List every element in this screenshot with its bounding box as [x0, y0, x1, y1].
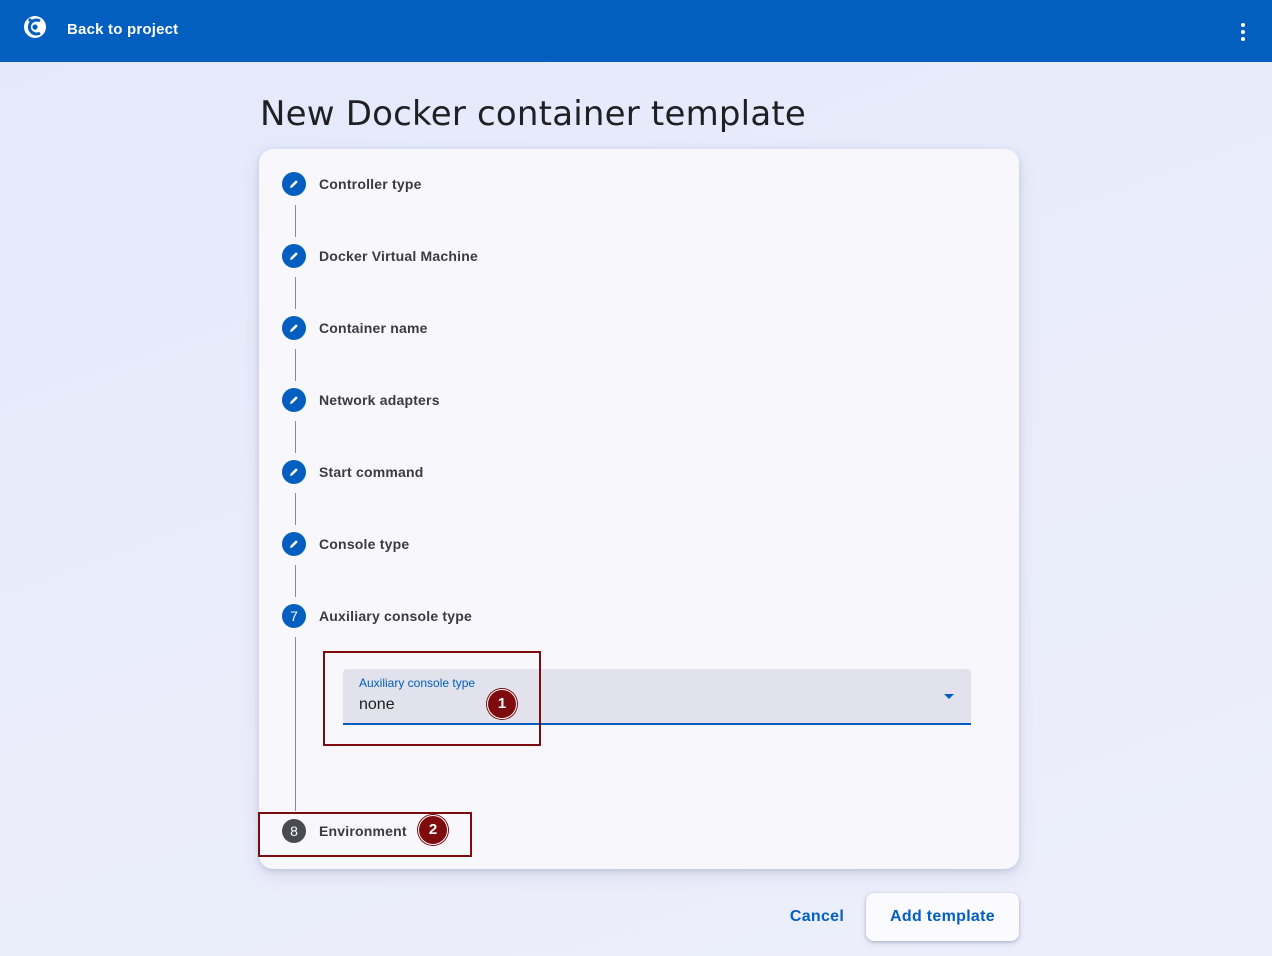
step-label: Container name — [319, 320, 428, 336]
back-to-project-link[interactable]: Back to project — [67, 21, 178, 38]
gns3-logo-icon[interactable] — [22, 14, 48, 40]
step-connector — [295, 421, 296, 453]
annotation-badge: 1 — [487, 689, 517, 719]
step-edit-pencil-icon — [282, 460, 306, 484]
step-edit-pencil-icon — [282, 172, 306, 196]
step-label: Console type — [319, 536, 410, 552]
page-title: New Docker container template — [260, 94, 807, 134]
step-label: Network adapters — [319, 392, 440, 408]
step-edit-pencil-icon — [282, 316, 306, 340]
step-edit-pencil-icon — [282, 388, 306, 412]
cancel-button[interactable]: Cancel — [778, 894, 856, 940]
step-connector — [295, 205, 296, 237]
step-connector — [295, 637, 296, 811]
step-edit-pencil-icon — [282, 244, 306, 268]
add-template-button[interactable]: Add template — [866, 893, 1019, 941]
annotation-badge: 2 — [418, 815, 448, 845]
step-label: Start command — [319, 464, 424, 480]
step-number-badge: 7 — [282, 604, 306, 628]
step-connector — [295, 493, 296, 525]
step-label: Docker Virtual Machine — [319, 248, 478, 264]
step-label: Controller type — [319, 176, 422, 192]
stepper-card: Controller type Docker Virtual Machine C… — [259, 149, 1019, 869]
step-connector — [295, 277, 296, 309]
step-edit-pencil-icon — [282, 532, 306, 556]
dropdown-arrow-icon[interactable] — [944, 694, 954, 699]
more-vert-icon[interactable] — [1231, 17, 1255, 45]
step-connector — [295, 565, 296, 597]
step-connector — [295, 349, 296, 381]
step-label: Auxiliary console type — [319, 608, 473, 624]
top-app-bar: Back to project — [0, 0, 1272, 62]
